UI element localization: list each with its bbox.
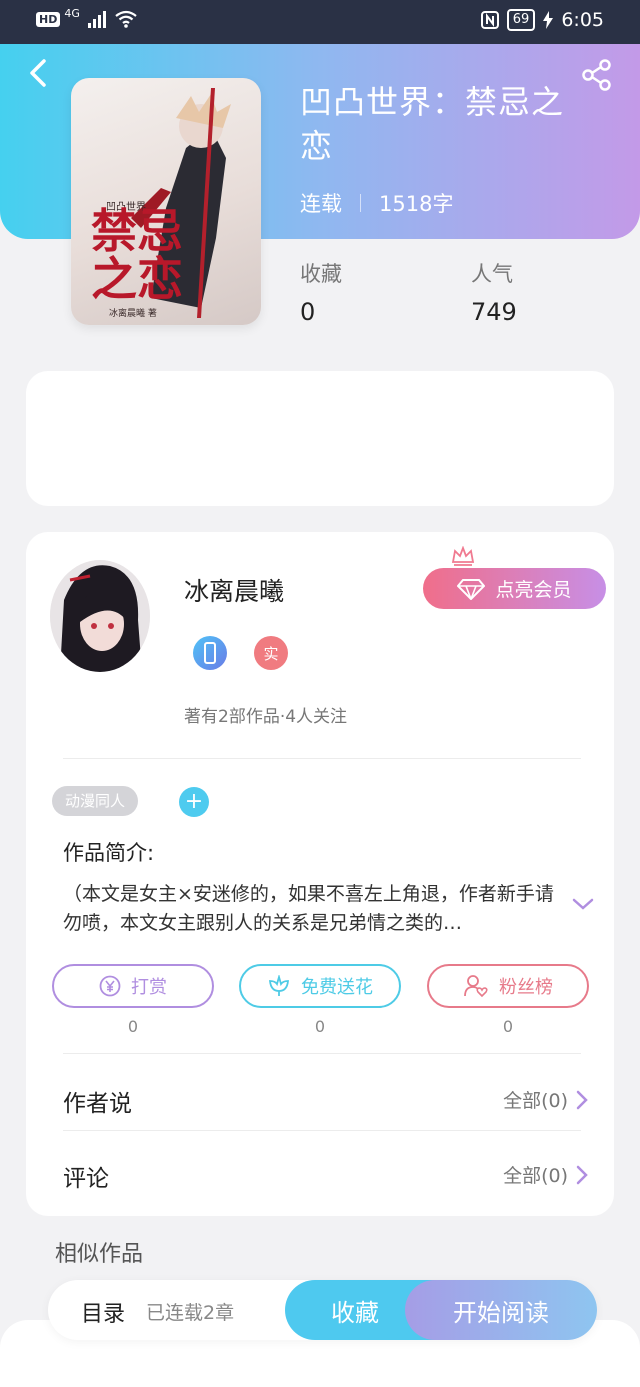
user-heart-icon [464,975,488,998]
crown-icon [451,546,475,566]
author-say-title: 作者说 [63,1091,132,1117]
add-tag-button[interactable]: + [179,787,209,817]
yen-icon [99,975,121,997]
fan-ranking-button[interactable]: 粉丝榜 [427,964,589,1008]
book-status: 连载 [300,192,342,216]
word-count: 1518字 [379,192,454,216]
fan-count: 0 [502,1017,514,1036]
vip-button-label: 点亮会员 [495,579,572,601]
collect-stat-label: 收藏 [300,262,342,286]
divider [63,1053,581,1054]
genre-tag[interactable]: 动漫同人 [52,786,139,816]
wifi-icon [115,10,137,28]
divider [63,758,581,759]
flower-icon [269,975,289,996]
comments-all-label: 全部(0) [503,1165,568,1187]
bottom-action-bar: 目录 已连载2章 收藏 开始阅读 [48,1280,597,1340]
fan-ranking-label: 粉丝榜 [499,977,553,998]
chevron-down-icon[interactable] [572,896,594,912]
flower-count: 0 [314,1017,326,1036]
ad-card [26,371,614,506]
clock: 6:05 [561,9,604,31]
send-flower-label: 免费送花 [301,977,373,998]
cover-title-line1: 禁忌 [91,204,183,258]
book-meta: 连载 1518字 [300,188,453,218]
meta-divider [360,194,361,212]
reward-count: 0 [127,1017,139,1036]
hd-badge: HD [36,11,61,27]
book-title: 凹凸世界：禁忌之恋 [300,83,565,165]
collect-stat: 收藏 0 [300,258,342,326]
signal-icon [87,10,106,28]
intro-text: （本文是女主×安迷修的，如果不喜左上角退，作者新手请勿喷，本文女主跟别人的关系是… [63,883,554,934]
popularity-stat-label: 人气 [471,262,513,286]
author-say-all-label: 全部(0) [503,1090,568,1112]
author-stats: 著有2部作品·4人关注 [184,707,348,727]
reward-button[interactable]: 打赏 [52,964,214,1008]
vip-button[interactable]: 点亮会员 [423,568,606,609]
send-flower-button[interactable]: 免费送花 [239,964,401,1008]
nfc-icon [480,11,499,29]
book-cover[interactable]: 凹凸世界 禁忌 之恋 冰离晨曦 著 [71,78,261,325]
reward-label: 打赏 [131,977,167,998]
share-icon[interactable] [580,58,614,92]
popularity-stat: 人气 749 [471,258,517,326]
divider [63,1130,581,1131]
cover-author: 冰离晨曦 著 [109,309,157,319]
author-card: 冰离晨曦 点亮会员 实 著有2部作品·4人关注 动漫同人 + 作品简介: （本文… [26,532,614,1216]
real-name-badge: 实 [254,636,288,670]
popularity-stat-value: 749 [471,298,517,326]
chevron-right-icon [576,1090,588,1109]
phone-badge-icon [193,636,227,670]
cover-title-line2: 之恋 [91,252,183,306]
back-icon[interactable] [24,58,54,88]
battery-indicator: 69 [506,9,536,31]
author-name[interactable]: 冰离晨曦 [184,572,284,608]
status-bar: HD 4G 69 6:05 [0,0,640,44]
intro-title: 作品简介: [63,841,155,865]
author-avatar[interactable] [50,560,150,672]
avatar-illustration [50,560,150,672]
chevron-right-icon [576,1165,588,1184]
comments-all-link[interactable]: 全部(0) [503,1161,588,1188]
similar-works-title: 相似作品 [55,1242,144,1267]
chapter-count: 已连载2章 [146,1302,235,1324]
diamond-icon [457,578,486,600]
charging-icon [543,11,554,29]
collect-stat-value: 0 [300,298,316,326]
author-say-all-link[interactable]: 全部(0) [503,1086,588,1113]
network-label: 4G [64,6,80,20]
start-reading-button[interactable]: 开始阅读 [405,1280,597,1340]
comments-title: 评论 [63,1166,109,1192]
catalog-button[interactable]: 目录 [81,1296,125,1328]
